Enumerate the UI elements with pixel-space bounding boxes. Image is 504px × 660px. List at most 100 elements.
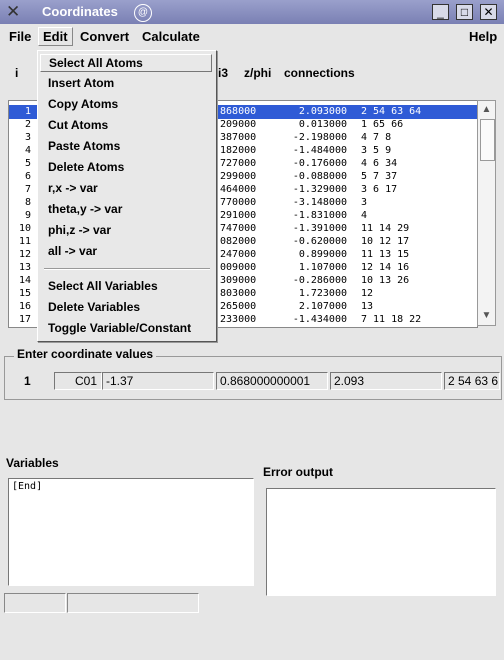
row-connections: 3 bbox=[361, 197, 368, 208]
row-value-2: .387000 bbox=[214, 132, 257, 143]
scroll-thumb[interactable] bbox=[480, 119, 495, 161]
row-connections: 3 6 17 bbox=[361, 184, 398, 195]
row-value-3: -0.176000 bbox=[292, 158, 347, 169]
row-index: 15 bbox=[18, 288, 31, 299]
row-value-2: .082000 bbox=[214, 236, 257, 247]
variables-label: Variables bbox=[6, 456, 59, 470]
edit-menu-item[interactable]: Paste Atoms bbox=[48, 139, 120, 153]
menu-separator bbox=[44, 268, 210, 270]
edit-menu-item[interactable]: theta,y -> var bbox=[48, 202, 122, 216]
scroll-down-icon[interactable]: ▼ bbox=[480, 309, 493, 322]
maximize-button[interactable]: □ bbox=[456, 4, 473, 20]
row-connections: 13 bbox=[361, 301, 374, 312]
menu-calculate[interactable]: Calculate bbox=[142, 29, 200, 44]
title-bar[interactable]: ✕ Coordinates @ _ □ ✕ bbox=[0, 0, 504, 24]
swirl-icon: @ bbox=[134, 4, 152, 22]
window-title: Coordinates bbox=[42, 4, 118, 19]
edit-menu-item[interactable]: phi,z -> var bbox=[48, 223, 111, 237]
minimize-icon: _ bbox=[437, 5, 444, 19]
row-index: 11 bbox=[18, 236, 31, 247]
menu-bar: File Edit Convert Calculate Help bbox=[0, 25, 504, 49]
row-value-2: .233000 bbox=[214, 314, 257, 325]
header-i: i bbox=[15, 66, 19, 80]
row-connections: 11 14 29 bbox=[361, 223, 410, 234]
maximize-icon: □ bbox=[460, 5, 469, 19]
coord-index: 1 bbox=[24, 374, 31, 388]
row-value-3: -0.088000 bbox=[292, 171, 347, 182]
coord-field-2[interactable]: 0.868000000001 bbox=[216, 372, 328, 390]
edit-menu-item[interactable]: Copy Atoms bbox=[48, 97, 118, 111]
x-icon: ✕ bbox=[6, 2, 21, 22]
row-index: 10 bbox=[18, 223, 31, 234]
status-field-2 bbox=[67, 593, 199, 613]
header-i3: i3 bbox=[218, 66, 229, 80]
row-value-3: -0.286000 bbox=[292, 275, 347, 286]
edit-menu-item[interactable]: Insert Atom bbox=[48, 76, 114, 90]
row-index: 2 bbox=[24, 119, 31, 130]
menu-help[interactable]: Help bbox=[469, 29, 497, 44]
row-value-3: -3.148000 bbox=[292, 197, 347, 208]
row-connections: 3 5 9 bbox=[361, 145, 392, 156]
row-value-2: .770000 bbox=[214, 197, 257, 208]
edit-menu-item[interactable]: Delete Atoms bbox=[48, 160, 124, 174]
edit-menu-item[interactable]: all -> var bbox=[48, 244, 97, 258]
minimize-button[interactable]: _ bbox=[432, 4, 449, 20]
row-connections: 12 14 16 bbox=[361, 262, 410, 273]
coordinate-entry-title: Enter coordinate values bbox=[14, 347, 157, 361]
row-index: 7 bbox=[24, 184, 31, 195]
row-index: 5 bbox=[24, 158, 31, 169]
row-value-3: -1.434000 bbox=[292, 314, 347, 325]
edit-menu-item[interactable]: Select All Atoms bbox=[40, 54, 212, 72]
edit-menu-item[interactable]: Toggle Variable/Constant bbox=[48, 321, 191, 335]
row-value-2: .803000 bbox=[214, 288, 257, 299]
row-value-2: .009000 bbox=[214, 262, 257, 273]
row-connections: 4 7 8 bbox=[361, 132, 392, 143]
row-value-2: .868000 bbox=[214, 106, 257, 117]
row-value-3: 0.899000 bbox=[298, 249, 347, 260]
scroll-up-icon[interactable]: ▲ bbox=[480, 103, 493, 116]
row-value-3: -2.198000 bbox=[292, 132, 347, 143]
menu-convert[interactable]: Convert bbox=[80, 29, 129, 44]
atom-name-field[interactable]: C01 bbox=[54, 372, 102, 390]
error-output-label: Error output bbox=[263, 465, 333, 479]
edit-menu-item[interactable]: r,x -> var bbox=[48, 181, 98, 195]
variables-textarea[interactable]: [End] bbox=[8, 478, 254, 586]
row-index: 8 bbox=[24, 197, 31, 208]
row-value-3: -1.831000 bbox=[292, 210, 347, 221]
table-scrollbar[interactable]: ▲ ▼ bbox=[477, 100, 496, 326]
edit-menu-item[interactable]: Cut Atoms bbox=[48, 118, 108, 132]
menu-edit[interactable]: Edit bbox=[38, 27, 73, 46]
row-index: 13 bbox=[18, 262, 31, 273]
error-output-box bbox=[266, 488, 496, 596]
row-index: 16 bbox=[18, 301, 31, 312]
row-index: 9 bbox=[24, 210, 31, 221]
menu-file[interactable]: File bbox=[9, 29, 31, 44]
coord-field-3[interactable]: 2.093 bbox=[330, 372, 442, 390]
row-connections: 12 bbox=[361, 288, 374, 299]
connections-field[interactable]: 2 54 63 6 bbox=[444, 372, 500, 390]
edit-menu-item[interactable]: Delete Variables bbox=[48, 300, 140, 314]
row-index: 1 bbox=[24, 106, 31, 117]
coord-field-1[interactable]: -1.37 bbox=[102, 372, 214, 390]
row-value-3: -1.391000 bbox=[292, 223, 347, 234]
row-connections: 4 6 34 bbox=[361, 158, 398, 169]
row-value-3: 2.107000 bbox=[298, 301, 347, 312]
row-connections: 2 54 63 64 bbox=[361, 106, 422, 117]
row-value-2: .182000 bbox=[214, 145, 257, 156]
row-value-2: .747000 bbox=[214, 223, 257, 234]
edit-menu-item[interactable]: Select All Variables bbox=[48, 279, 158, 293]
close-button[interactable]: ✕ bbox=[480, 4, 497, 20]
row-index: 4 bbox=[24, 145, 31, 156]
row-value-2: .265000 bbox=[214, 301, 257, 312]
variables-content: [End] bbox=[12, 481, 43, 492]
row-connections: 10 13 26 bbox=[361, 275, 410, 286]
row-value-2: .299000 bbox=[214, 171, 257, 182]
row-value-3: -1.329000 bbox=[292, 184, 347, 195]
edit-menu-dropdown: Select All Atoms Insert Atom Copy Atoms Cut… bbox=[37, 50, 217, 342]
row-value-2: .464000 bbox=[214, 184, 257, 195]
row-value-3: 0.013000 bbox=[298, 119, 347, 130]
header-connections: connections bbox=[284, 66, 355, 80]
row-value-2: .247000 bbox=[214, 249, 257, 260]
row-connections: 7 11 18 22 bbox=[361, 314, 422, 325]
row-value-3: 2.093000 bbox=[298, 106, 347, 117]
